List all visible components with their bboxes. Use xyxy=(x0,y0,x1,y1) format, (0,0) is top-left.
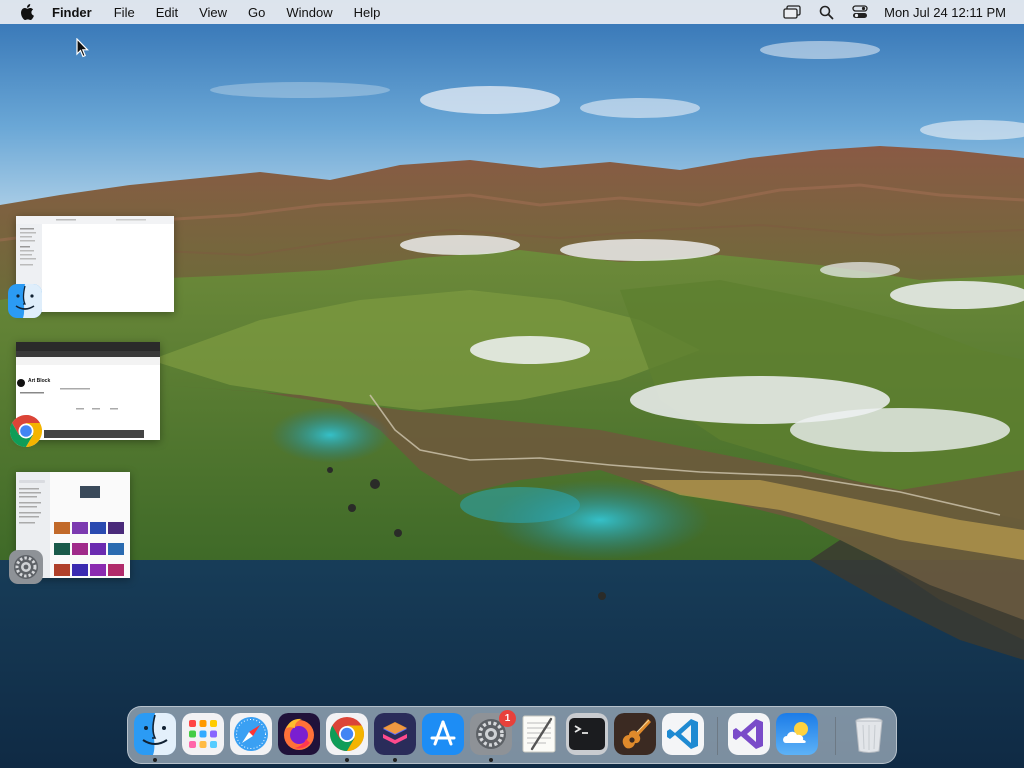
screen-mirroring-icon[interactable] xyxy=(782,2,802,22)
dock-item-garageband[interactable] xyxy=(614,713,656,755)
finder-icon[interactable] xyxy=(8,284,42,318)
finder-icon xyxy=(134,713,176,755)
dock-item-system-settings[interactable]: 1 xyxy=(470,710,516,755)
dock-running-indicator xyxy=(489,758,493,762)
dock: 1 xyxy=(127,706,897,764)
firefox-icon xyxy=(278,713,320,755)
menu-app-name[interactable]: Finder xyxy=(52,5,92,20)
app-store-icon xyxy=(422,713,464,755)
dock-item-terminal[interactable] xyxy=(566,713,608,755)
dock-running-indicator xyxy=(345,758,349,762)
visual-studio-icon xyxy=(728,713,770,755)
chrome-icon[interactable] xyxy=(9,414,43,448)
notification-badge: 1 xyxy=(499,710,516,727)
dock-running-indicator xyxy=(393,758,397,762)
menu-edit[interactable]: Edit xyxy=(156,5,178,20)
menu-file[interactable]: File xyxy=(114,5,135,20)
terminal-icon xyxy=(566,713,608,755)
dock-separator xyxy=(717,717,718,755)
dock-item-firefox[interactable] xyxy=(278,713,320,755)
search-icon[interactable] xyxy=(816,2,836,22)
vscode-icon xyxy=(662,713,704,755)
menu-bar-clock[interactable]: Mon Jul 24 12:11 PM xyxy=(884,5,1006,20)
dock-item-visual-studio[interactable] xyxy=(728,713,770,755)
menu-view[interactable]: View xyxy=(199,5,227,20)
chrome-preview-heading: Art Block xyxy=(28,378,51,384)
shortcuts-icon xyxy=(374,713,416,755)
safari-icon xyxy=(230,713,272,755)
dock-separator xyxy=(835,717,836,755)
dock-item-textedit[interactable] xyxy=(518,713,560,755)
apple-logo-icon[interactable] xyxy=(18,3,36,21)
menu-bar: Finder File Edit View Go Window Help Mon… xyxy=(0,0,1024,24)
textedit-icon xyxy=(518,713,560,755)
dock-item-shortcuts[interactable] xyxy=(374,713,416,755)
garageband-icon xyxy=(614,713,656,755)
dock-item-safari[interactable] xyxy=(230,713,272,755)
dock-item-finder[interactable] xyxy=(134,713,176,755)
dock-item-weather[interactable] xyxy=(776,713,818,755)
menu-go[interactable]: Go xyxy=(248,5,265,20)
dock-item-launchpad[interactable] xyxy=(182,713,224,755)
dock-item-chrome[interactable] xyxy=(326,713,368,755)
dock-item-vscode[interactable] xyxy=(662,713,704,755)
menu-help[interactable]: Help xyxy=(354,5,381,20)
menu-window[interactable]: Window xyxy=(286,5,332,20)
system-settings-icon[interactable] xyxy=(9,550,43,584)
weather-icon xyxy=(776,713,818,755)
dock-running-indicator xyxy=(153,758,157,762)
trash-icon xyxy=(848,713,890,755)
dock-item-trash[interactable] xyxy=(848,713,890,755)
menu-bar-status-area: Mon Jul 24 12:11 PM xyxy=(768,0,1024,24)
dock-item-app-store[interactable] xyxy=(422,713,464,755)
mouse-pointer-icon xyxy=(76,37,90,58)
control-center-icon[interactable] xyxy=(850,2,870,22)
launchpad-icon xyxy=(182,713,224,755)
chrome-icon xyxy=(326,713,368,755)
